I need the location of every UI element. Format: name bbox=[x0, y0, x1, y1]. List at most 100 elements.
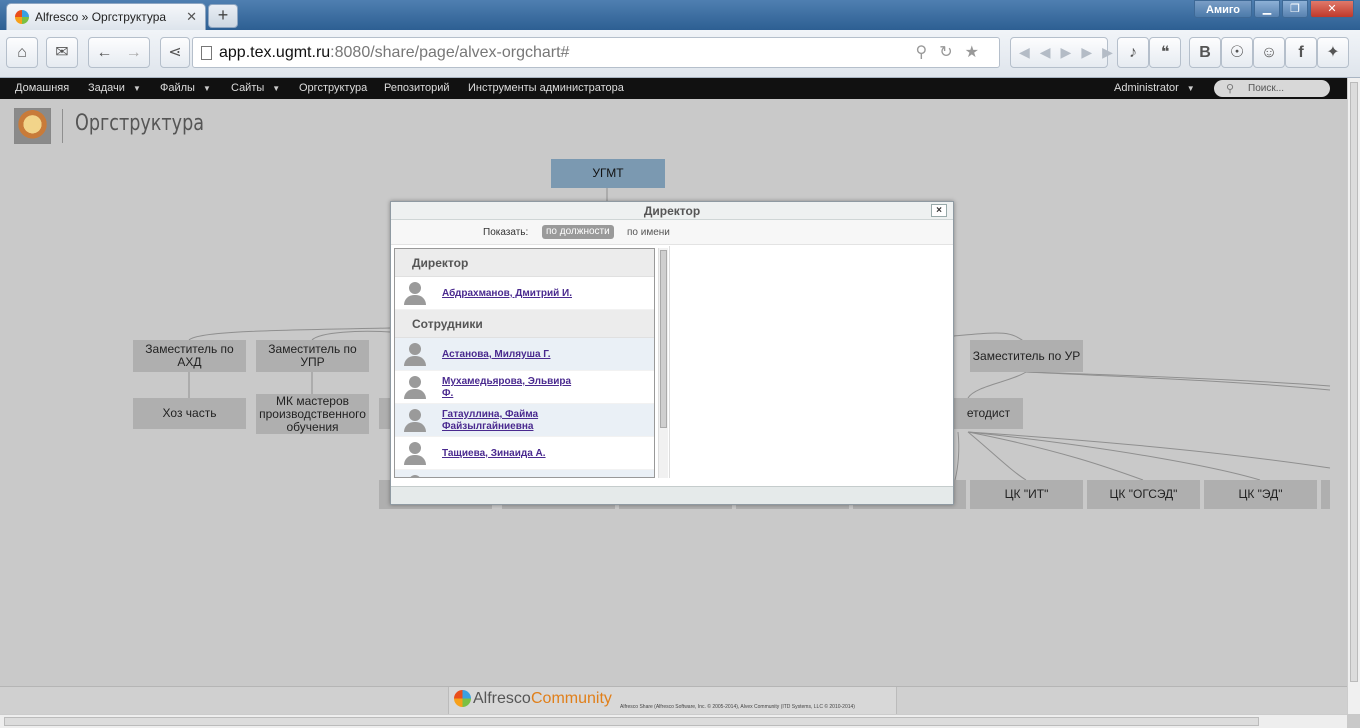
list-item[interactable]: Тащиева, Зинаида А. bbox=[395, 437, 654, 470]
footer-edition: Community bbox=[531, 690, 612, 707]
music-icon[interactable]: ♪ bbox=[1117, 37, 1149, 68]
url-host: app.tex.ugmt.ru bbox=[219, 44, 331, 61]
odnoklassniki-icon[interactable]: ☉ bbox=[1221, 37, 1253, 68]
person-link[interactable]: Абдрахманов, Дмитрий И. bbox=[442, 288, 582, 300]
nav-tasks-label[interactable]: Задачи bbox=[88, 82, 125, 94]
search-icon: ⚲ bbox=[1226, 83, 1235, 95]
dialog-title: Директор bbox=[643, 204, 701, 218]
list-scrollbar[interactable] bbox=[658, 248, 668, 478]
mail-icon[interactable]: ✉ bbox=[46, 37, 78, 68]
url-path: :8080/share/page/alvex-orgchart# bbox=[330, 44, 570, 61]
minimize-button[interactable]: ▁ bbox=[1254, 0, 1280, 18]
amigo-menu-button[interactable]: Амиго bbox=[1194, 0, 1252, 18]
close-window-button[interactable]: ✕ bbox=[1310, 0, 1354, 18]
home-icon[interactable]: ⌂ bbox=[6, 37, 38, 68]
nav-tasks[interactable]: Задачи ▼ bbox=[88, 78, 141, 99]
nav-sites-label[interactable]: Сайты bbox=[231, 82, 264, 94]
org-node-household[interactable]: Хоз часть bbox=[133, 398, 246, 429]
person-link[interactable]: Мухамедьярова, Эльвира Ф. bbox=[442, 376, 582, 400]
page-footer: Alfresco Community Alfresco Share (Alfre… bbox=[0, 686, 1347, 714]
play-icon[interactable]: ▶ bbox=[1061, 44, 1082, 60]
moimir-icon[interactable]: ☺ bbox=[1253, 37, 1285, 68]
chevron-down-icon: ▼ bbox=[1186, 84, 1195, 93]
user-avatar-icon bbox=[404, 409, 426, 432]
group-header-staff: Сотрудники bbox=[395, 310, 654, 338]
footer-copyright: Alfresco Share (Alfresco Software, Inc. … bbox=[620, 704, 855, 710]
org-node-root[interactable]: УГМТ bbox=[551, 159, 665, 188]
nav-admin-tools[interactable]: Инструменты администратора bbox=[468, 78, 624, 99]
view-by-name-button[interactable]: по имени bbox=[627, 227, 670, 238]
pane-divider bbox=[669, 246, 670, 478]
org-node-ck-it[interactable]: ЦК "ИТ" bbox=[970, 480, 1083, 509]
zoom-icon[interactable]: ⚲ bbox=[916, 44, 940, 61]
user-avatar-icon bbox=[404, 376, 426, 399]
page-title: Оргструктура bbox=[75, 111, 205, 136]
forward-arrow-icon[interactable]: → bbox=[126, 44, 142, 61]
reload-icon[interactable]: ↻ bbox=[939, 44, 964, 61]
view-by-position-button[interactable]: по должности bbox=[542, 225, 614, 239]
people-list: Директор Абдрахманов, Дмитрий И. Сотрудн… bbox=[394, 248, 655, 478]
search-input[interactable]: ⚲ Поиск... bbox=[1214, 80, 1330, 97]
tab-title: Alfresco » Оргструктура bbox=[35, 10, 167, 24]
org-node-deputy-ur[interactable]: Заместитель по УР bbox=[970, 340, 1083, 372]
group-header-director: Директор bbox=[395, 249, 654, 277]
list-item[interactable]: Абдрахманов, Дмитрий И. bbox=[395, 277, 654, 310]
vk-icon[interactable]: B bbox=[1189, 37, 1221, 68]
scrollbar-thumb[interactable] bbox=[4, 717, 1259, 726]
page-horizontal-scrollbar[interactable] bbox=[0, 714, 1347, 728]
org-node-methodist[interactable]: етодист bbox=[954, 398, 1023, 429]
facebook-icon[interactable]: f bbox=[1285, 37, 1317, 68]
media-controls: ◀◀▶▶▶ bbox=[1010, 37, 1113, 68]
nav-files[interactable]: Файлы ▼ bbox=[160, 78, 211, 99]
page-icon bbox=[201, 46, 212, 60]
alfresco-favicon-icon bbox=[15, 10, 29, 24]
share-header-bar: Домашняя Задачи ▼ Файлы ▼ Сайты ▼ Оргструкт… bbox=[0, 78, 1347, 99]
nav-repository[interactable]: Репозиторий bbox=[384, 78, 450, 99]
browser-toolbar: ⌂ ✉ ← → ⋖ app.tex.ugmt.ru:8080/share/pag… bbox=[0, 30, 1360, 78]
dialog-header: Директор × bbox=[391, 202, 953, 220]
org-node-deputy-ahd[interactable]: Заместитель по АХД bbox=[133, 340, 246, 372]
new-tab-button[interactable]: + bbox=[208, 4, 238, 28]
nav-home[interactable]: Домашняя bbox=[15, 78, 69, 99]
org-node-ck-ogsed[interactable]: ЦК "ОГСЭД" bbox=[1087, 480, 1200, 509]
back-arrow-icon[interactable]: ← bbox=[96, 44, 112, 61]
scrollbar-thumb[interactable] bbox=[1350, 82, 1358, 682]
person-link[interactable]: Тащиева, Зинаида А. bbox=[442, 448, 582, 460]
back-forward-buttons[interactable]: ← → bbox=[88, 37, 150, 68]
user-menu[interactable]: Administrator ▼ bbox=[1114, 78, 1195, 99]
nav-files-label[interactable]: Файлы bbox=[160, 82, 195, 94]
user-avatar-icon bbox=[404, 343, 426, 366]
list-item[interactable]: Гатауллина, Файма Файзылгайниевна bbox=[395, 404, 654, 437]
org-node-ck-ed[interactable]: ЦК "ЭД" bbox=[1204, 480, 1317, 509]
share-icon[interactable]: ⋖ bbox=[160, 37, 190, 68]
rewind-icon[interactable]: ◀◀ bbox=[1019, 44, 1061, 60]
close-tab-icon[interactable]: ✕ bbox=[186, 9, 197, 25]
user-avatar-icon bbox=[404, 282, 426, 305]
bookmark-star-icon[interactable]: ★ bbox=[965, 44, 991, 61]
twitter-icon[interactable]: ✦ bbox=[1317, 37, 1349, 68]
list-item[interactable] bbox=[395, 470, 654, 477]
show-label: Показать: bbox=[483, 227, 529, 238]
scrollbar-thumb[interactable] bbox=[660, 250, 667, 428]
org-node-masters[interactable]: МК мастеров производственного обучения bbox=[256, 394, 369, 434]
page-vertical-scrollbar[interactable] bbox=[1347, 78, 1360, 714]
org-node-ck[interactable] bbox=[1321, 480, 1330, 509]
org-node-deputy-upr[interactable]: Заместитель по УПР bbox=[256, 340, 369, 372]
url-actions: ⚲↻★ bbox=[916, 38, 991, 67]
list-item[interactable]: Мухамедьярова, Эльвира Ф. bbox=[395, 371, 654, 404]
unit-dialog: Директор × Показать: по должности по име… bbox=[390, 201, 954, 505]
user-name[interactable]: Administrator bbox=[1114, 82, 1179, 94]
browser-tab[interactable]: Alfresco » Оргструктура ✕ bbox=[6, 3, 206, 30]
address-bar[interactable]: app.tex.ugmt.ru:8080/share/page/alvex-or… bbox=[192, 37, 1000, 68]
nav-orgchart[interactable]: Оргструктура bbox=[299, 78, 367, 99]
nav-sites[interactable]: Сайты ▼ bbox=[231, 78, 280, 99]
chat-icon[interactable]: ❝ bbox=[1149, 37, 1181, 68]
list-item[interactable]: Астанова, Миляуша Г. bbox=[395, 338, 654, 371]
person-link[interactable]: Астанова, Миляуша Г. bbox=[442, 349, 582, 361]
maximize-button[interactable]: ❐ bbox=[1282, 0, 1308, 18]
footer-brand: Alfresco bbox=[473, 690, 531, 707]
person-link[interactable]: Гатауллина, Файма Файзылгайниевна bbox=[442, 409, 582, 433]
alfresco-logo-icon bbox=[454, 690, 471, 707]
close-icon[interactable]: × bbox=[931, 204, 947, 217]
search-placeholder: Поиск... bbox=[1248, 83, 1285, 94]
